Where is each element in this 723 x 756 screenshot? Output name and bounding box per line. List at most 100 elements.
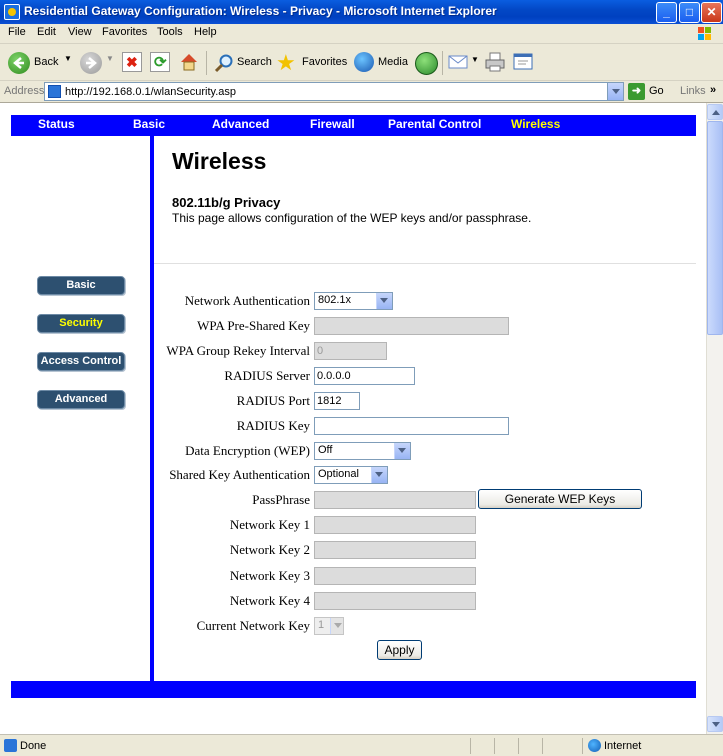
- forward-dropdown-icon[interactable]: ▼: [106, 54, 114, 63]
- status-bar: Done Internet: [0, 734, 723, 756]
- chevron-down-icon: [376, 293, 392, 309]
- radius-server-input[interactable]: 0.0.0.0: [314, 367, 415, 385]
- minimize-button[interactable]: _: [656, 2, 677, 23]
- network-key-4-input[interactable]: [314, 592, 476, 610]
- home-icon: [181, 54, 197, 71]
- wpa-psk-input[interactable]: [314, 317, 509, 335]
- status-divider: [494, 738, 495, 754]
- favorites-label: Favorites: [302, 56, 348, 68]
- menu-help[interactable]: Help: [194, 26, 217, 38]
- passphrase-label: PassPhrase: [252, 492, 310, 507]
- scroll-up-icon[interactable]: [707, 104, 723, 120]
- search-icon: [214, 54, 233, 73]
- address-url: http://192.168.0.1/wlanSecurity.asp: [65, 86, 237, 98]
- scrollbar-thumb[interactable]: [707, 121, 723, 335]
- stop-button[interactable]: ✖: [122, 52, 142, 72]
- menu-view[interactable]: View: [68, 26, 92, 38]
- close-button[interactable]: ✕: [701, 2, 722, 23]
- windows-logo-icon: [698, 27, 711, 40]
- network-authentication-select[interactable]: 802.1x: [314, 292, 393, 310]
- section-title: 802.11b/g Privacy: [172, 195, 281, 210]
- horizontal-rule: [154, 263, 696, 264]
- nav-wireless[interactable]: Wireless: [511, 117, 560, 131]
- security-zone: Internet: [604, 740, 642, 752]
- history-button[interactable]: [414, 51, 438, 75]
- apply-button[interactable]: Apply: [377, 640, 422, 660]
- media-button[interactable]: Media: [352, 50, 408, 76]
- status-divider: [470, 738, 471, 754]
- top-navigation: Status Basic Advanced Firewall Parental …: [11, 115, 696, 136]
- sidebar-item-security[interactable]: Security: [37, 314, 125, 333]
- menu-file[interactable]: File: [8, 26, 26, 38]
- wpa-group-rekey-label: WPA Group Rekey Interval: [166, 343, 310, 358]
- search-button[interactable]: Search: [212, 50, 272, 76]
- mail-dropdown-icon[interactable]: ▼: [471, 55, 479, 64]
- address-dropdown-icon[interactable]: [607, 83, 623, 100]
- network-key-3-label: Network Key 3: [229, 568, 310, 583]
- nav-parental-control[interactable]: Parental Control: [388, 117, 481, 131]
- go-button[interactable]: ➜ Go: [628, 83, 672, 100]
- go-label: Go: [649, 85, 664, 97]
- mail-button[interactable]: ▼: [448, 52, 480, 74]
- radius-key-input[interactable]: [314, 417, 509, 435]
- section-description: This page allows configuration of the WE…: [172, 211, 532, 225]
- edit-page-icon: [513, 53, 533, 70]
- history-clock-icon: [415, 52, 438, 75]
- sidebar-item-access-control[interactable]: Access Control: [37, 352, 125, 371]
- shared-key-auth-label: Shared Key Authentication: [169, 467, 310, 482]
- data-encryption-select[interactable]: Off: [314, 442, 411, 460]
- shared-key-auth-select[interactable]: Optional: [314, 466, 388, 484]
- radius-port-input[interactable]: 1812: [314, 392, 360, 410]
- menu-favorites[interactable]: Favorites: [102, 26, 147, 38]
- status-divider: [518, 738, 519, 754]
- sidebar-item-advanced[interactable]: Advanced: [37, 390, 125, 409]
- network-key-3-input[interactable]: [314, 567, 476, 585]
- favorites-button[interactable]: ★ Favorites: [276, 50, 348, 76]
- address-bar: Address http://192.168.0.1/wlanSecurity.…: [0, 81, 723, 103]
- nav-firewall[interactable]: Firewall: [310, 117, 355, 131]
- scroll-down-icon[interactable]: [707, 716, 723, 732]
- current-network-key-select[interactable]: 1: [314, 617, 344, 635]
- nav-basic[interactable]: Basic: [133, 117, 165, 131]
- toolbar-separator: [442, 51, 443, 75]
- menu-tools[interactable]: Tools: [157, 26, 183, 38]
- network-key-1-input[interactable]: [314, 516, 476, 534]
- address-input[interactable]: http://192.168.0.1/wlanSecurity.asp: [44, 82, 624, 101]
- shared-key-auth-value: Optional: [318, 468, 359, 480]
- ie-window-icon: [4, 4, 20, 20]
- page-title: Wireless: [172, 148, 267, 174]
- print-button[interactable]: [484, 51, 506, 73]
- nav-advanced[interactable]: Advanced: [212, 117, 269, 131]
- edit-button[interactable]: [512, 51, 536, 73]
- data-encryption-value: Off: [318, 444, 333, 456]
- menu-edit[interactable]: Edit: [37, 26, 56, 38]
- refresh-button[interactable]: ⟳: [150, 52, 170, 72]
- back-button[interactable]: Back ▼: [6, 50, 72, 76]
- data-encryption-label: Data Encryption (WEP): [185, 443, 310, 458]
- vertical-scrollbar[interactable]: [706, 103, 723, 734]
- wpa-group-rekey-input[interactable]: 0: [314, 342, 387, 360]
- network-authentication-label: Network Authentication: [184, 293, 310, 308]
- status-divider: [542, 738, 543, 754]
- printer-icon: [485, 52, 505, 72]
- sidebar-item-basic[interactable]: Basic: [37, 276, 125, 295]
- forward-button[interactable]: ▼: [78, 50, 118, 76]
- home-button[interactable]: [178, 51, 200, 73]
- back-dropdown-icon[interactable]: ▼: [64, 54, 72, 63]
- radius-port-label: RADIUS Port: [236, 393, 310, 408]
- mail-icon: [448, 55, 468, 69]
- menu-bar: File Edit View Favorites Tools Help: [0, 24, 723, 44]
- links-button[interactable]: Links: [680, 85, 706, 97]
- current-network-key-label: Current Network Key: [196, 618, 310, 633]
- passphrase-input[interactable]: [314, 491, 476, 509]
- network-key-2-input[interactable]: [314, 541, 476, 559]
- internet-globe-icon: [588, 739, 601, 752]
- window-title-bar[interactable]: Residential Gateway Configuration: Wirel…: [0, 0, 723, 24]
- generate-wep-keys-button[interactable]: Generate WEP Keys: [478, 489, 642, 509]
- refresh-icon: ⟳: [154, 54, 167, 71]
- maximize-button[interactable]: □: [679, 2, 700, 23]
- nav-status[interactable]: Status: [38, 117, 75, 131]
- current-network-key-value: 1: [318, 619, 325, 631]
- links-chevron-icon[interactable]: »: [710, 84, 716, 96]
- network-key-4-label: Network Key 4: [229, 593, 310, 608]
